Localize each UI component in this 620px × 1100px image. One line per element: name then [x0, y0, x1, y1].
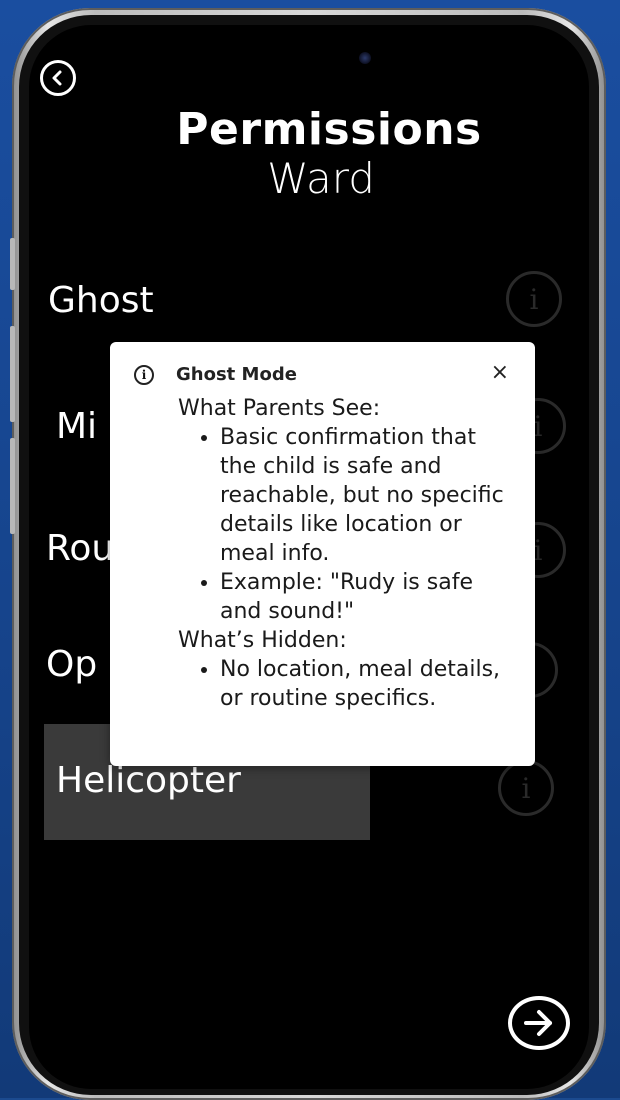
mode-item-mi[interactable]: Mi — [56, 406, 97, 447]
mode-item-ghost[interactable]: Ghost — [48, 280, 154, 321]
back-button[interactable] — [40, 60, 76, 96]
list-item: Basic confirmation that the child is saf… — [220, 423, 518, 568]
next-button[interactable] — [508, 996, 570, 1050]
close-icon[interactable]: × — [491, 360, 509, 385]
info-icon: i — [134, 364, 154, 385]
ghost-mode-tooltip: i Ghost Mode × What Parents See: Basic c… — [110, 342, 535, 766]
page-title: Permissions — [176, 104, 482, 155]
info-icon[interactable]: i — [498, 760, 554, 816]
parents-list: Basic confirmation that the child is saf… — [178, 423, 518, 626]
info-icon[interactable]: i — [506, 271, 562, 327]
parents-heading: What Parents See: — [178, 396, 381, 421]
mode-item-op[interactable]: Op — [46, 644, 97, 685]
phone-volume-up — [10, 326, 15, 422]
hidden-heading: What’s Hidden: — [178, 628, 347, 653]
front-camera — [359, 52, 371, 64]
list-item: No location, meal details, or routine sp… — [220, 655, 518, 713]
phone-side-button — [10, 238, 15, 290]
back-arrow-icon — [52, 70, 62, 86]
mode-item-helicopter[interactable]: Helicopter — [56, 760, 241, 801]
list-item: Example: "Rudy is safe and sound!" — [220, 568, 518, 626]
next-arrow-icon — [524, 1010, 552, 1036]
tooltip-body: What Parents See: Basic confirmation tha… — [178, 394, 518, 713]
tooltip-title: Ghost Mode — [176, 364, 297, 385]
tooltip-header: i Ghost Mode — [134, 364, 297, 385]
hidden-list: No location, meal details, or routine sp… — [178, 655, 518, 713]
mode-item-rou[interactable]: Rou — [46, 528, 114, 569]
phone-volume-down — [10, 438, 15, 534]
page-subtitle: Ward — [267, 154, 375, 203]
